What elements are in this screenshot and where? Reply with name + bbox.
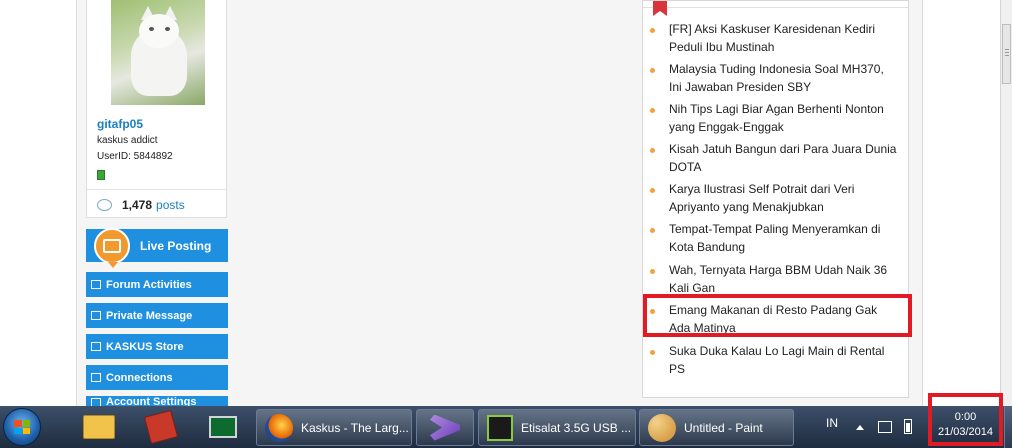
clock-time: 0:00 <box>954 411 977 423</box>
list-icon <box>91 280 101 289</box>
bullet-icon <box>650 269 655 274</box>
online-status-icon <box>97 170 105 180</box>
posts-count-row[interactable]: 1,478 posts <box>97 198 185 212</box>
thread-link[interactable]: Suka Duka Kalau Lo Lagi Main di Rental P… <box>650 342 899 378</box>
thread-title: Karya Ilustrasi Self Potrait dari Veri A… <box>669 182 855 214</box>
show-hidden-icons-icon[interactable] <box>856 425 864 430</box>
monitor-icon <box>209 416 237 438</box>
clock-date: 21/03/2014 <box>937 426 994 438</box>
gear-icon <box>91 397 101 406</box>
thread-link[interactable]: Nih Tips Lagi Biar Agan Berhenti Nonton … <box>650 100 899 136</box>
divider <box>87 189 226 190</box>
thread-title: Suka Duka Kalau Lo Lagi Main di Rental P… <box>669 344 885 376</box>
visual-studio-task-button[interactable] <box>416 409 474 446</box>
etisalat-task-label: Etisalat 3.5G USB ... <box>521 420 632 435</box>
bullet-icon <box>650 108 655 113</box>
live-posting-icon-tail <box>108 262 118 268</box>
thread-link[interactable]: Tempat-Tempat Paling Menyeramkan di Kota… <box>650 220 899 256</box>
grip-line <box>1005 52 1009 53</box>
highlight-box <box>643 294 912 337</box>
grip-line <box>1005 55 1009 56</box>
thread-title: [FR] Aksi Kaskuser Karesidenan Kediri Pe… <box>669 22 876 54</box>
page-left-margin <box>0 0 77 406</box>
bullet-icon <box>650 228 655 233</box>
explorer-pin[interactable] <box>70 409 128 445</box>
bullet-icon <box>650 148 655 153</box>
network-icon[interactable] <box>878 421 892 433</box>
thread-title: Wah, Ternyata Harga BBM Udah Naik 36 Kal… <box>669 263 888 295</box>
live-posting-icon <box>94 228 130 268</box>
comment-bubble-icon <box>97 199 112 211</box>
avatar-cat-eye <box>149 27 154 31</box>
show-desktop-button[interactable] <box>1004 406 1012 448</box>
scrollbar-thumb[interactable] <box>1002 24 1011 84</box>
bullet-icon <box>650 188 655 193</box>
thread-link[interactable]: Wah, Ternyata Harga BBM Udah Naik 36 Kal… <box>650 261 899 297</box>
thread-title: Malaysia Tuding Indonesia Soal MH370, In… <box>669 62 884 94</box>
username-link[interactable]: gitafp05 <box>97 117 143 131</box>
paint-task-button[interactable]: Untitled - Paint <box>639 409 794 446</box>
thread-title: Tempat-Tempat Paling Menyeramkan di Kota… <box>669 222 881 254</box>
paint-task-label: Untitled - Paint <box>684 420 763 435</box>
firefox-icon <box>265 413 293 442</box>
language-indicator[interactable]: IN <box>826 416 838 430</box>
windows-logo-icon <box>14 420 30 434</box>
firefox-task-label: Kaskus - The Larg... <box>301 420 409 435</box>
thread-link[interactable]: Karya Ilustrasi Self Potrait dari Veri A… <box>650 180 899 216</box>
thread-link[interactable]: Malaysia Tuding Indonesia Soal MH370, In… <box>650 60 899 96</box>
avatar-cat-head <box>139 14 179 48</box>
users-icon <box>91 373 101 382</box>
connections-label: Connections <box>106 371 173 384</box>
start-button[interactable] <box>3 408 41 446</box>
page-right-margin <box>922 0 1000 406</box>
bullet-icon <box>650 28 655 33</box>
thread-title: Nih Tips Lagi Biar Agan Berhenti Nonton … <box>669 102 884 134</box>
folder-icon <box>83 415 115 439</box>
panel-header-line <box>643 7 908 8</box>
thread-link[interactable]: [FR] Aksi Kaskuser Karesidenan Kediri Pe… <box>650 20 899 56</box>
thread-title: Kisah Jatuh Bangun dari Para Juara Dunia… <box>669 142 897 174</box>
battery-icon[interactable] <box>904 419 912 434</box>
account-settings-button[interactable]: Account Settings <box>86 396 228 406</box>
avatar-cat-eye <box>165 27 170 31</box>
connections-button[interactable]: Connections <box>86 365 228 390</box>
vertical-scrollbar[interactable] <box>1000 0 1012 406</box>
kaskus-store-label: KASKUS Store <box>106 340 184 353</box>
forum-activities-button[interactable]: Forum Activities <box>86 272 228 297</box>
book-icon <box>143 409 179 445</box>
etisalat-task-button[interactable]: Etisalat 3.5G USB ... <box>478 409 636 446</box>
thread-link[interactable]: Kisah Jatuh Bangun dari Para Juara Dunia… <box>650 140 899 176</box>
user-rank: kaskus addict <box>97 135 158 146</box>
visual-studio-icon <box>430 414 460 441</box>
bullet-icon <box>650 350 655 355</box>
grip-line <box>1005 49 1009 50</box>
forum-activities-label: Forum Activities <box>106 278 192 291</box>
etisalat-icon <box>487 414 513 441</box>
monitor-app-pin[interactable] <box>194 409 252 445</box>
live-posting-icon-inner <box>103 239 121 253</box>
kaskus-store-button[interactable]: KASKUS Store <box>86 334 228 359</box>
bookmark-ribbon-icon <box>653 1 667 16</box>
envelope-icon <box>91 311 101 320</box>
user-id: UserID: 5844892 <box>97 151 173 162</box>
paint-palette-icon <box>648 413 676 442</box>
store-icon <box>91 342 101 351</box>
firefox-task-button[interactable]: Kaskus - The Larg... <box>256 409 412 446</box>
private-message-label: Private Message <box>106 309 193 322</box>
bullet-icon <box>650 68 655 73</box>
clock[interactable]: 0:00 21/03/2014 <box>928 393 1003 446</box>
hot-threads-panel: [FR] Aksi Kaskuser Karesidenan Kediri Pe… <box>642 0 909 398</box>
posts-link[interactable]: posts <box>156 198 185 212</box>
live-posting-label: Live Posting <box>140 238 212 253</box>
account-settings-label: Account Settings <box>106 396 197 406</box>
private-message-button[interactable]: Private Message <box>86 303 228 328</box>
book-app-pin[interactable] <box>132 409 190 445</box>
avatar[interactable] <box>111 0 205 105</box>
posts-count: 1,478 <box>122 198 153 212</box>
browser-page: gitafp05 kaskus addict UserID: 5844892 1… <box>0 0 1000 406</box>
profile-card: gitafp05 kaskus addict UserID: 5844892 1… <box>86 0 227 218</box>
